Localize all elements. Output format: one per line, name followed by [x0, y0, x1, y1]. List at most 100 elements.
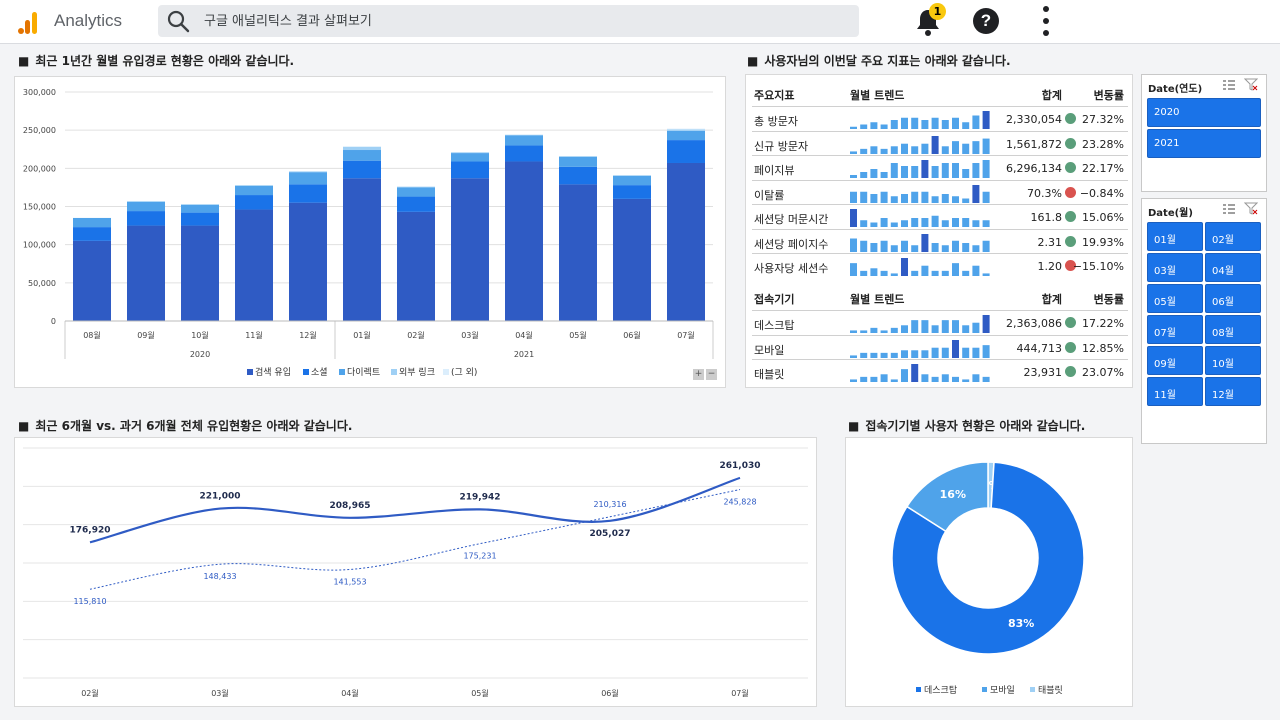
bar-segment [235, 185, 273, 186]
device-row[interactable]: 데스크탑 2,363,086 17.22% [752, 310, 1128, 335]
device-name: 태블릿 [754, 368, 785, 381]
sparkline [850, 135, 990, 154]
analytics-logo-icon[interactable] [18, 10, 40, 34]
bar-segment [559, 184, 597, 321]
kpi-table-header: 주요지표 월별 트렌드 합계 변동률 [752, 81, 1128, 106]
spark-bar [931, 215, 939, 227]
zoom-in-button[interactable]: + [693, 369, 704, 380]
month-option-button[interactable]: 12월 [1205, 377, 1261, 406]
kpi-row[interactable]: 세션당 페이지수 2.31 19.93% [752, 228, 1128, 254]
bar-segment [451, 178, 489, 321]
sparkline [850, 184, 990, 203]
spark-bar [931, 270, 939, 276]
bar-segment [667, 140, 705, 163]
kpi-name: 페이지뷰 [754, 164, 795, 177]
month-option-button[interactable]: 05월 [1147, 284, 1203, 313]
month-option-button[interactable]: 03월 [1147, 253, 1203, 282]
kpi-row[interactable]: 페이지뷰 6,296,134 22.17% [752, 155, 1128, 180]
spark-bar [890, 120, 898, 129]
spark-bar [962, 270, 970, 276]
spark-bar [972, 244, 980, 252]
y-tick-label: 200,000 [23, 164, 56, 173]
legend-item[interactable]: (그 외) [443, 365, 477, 378]
month-slicer: Date(월) 01월 02월 03월 04월 05월 06월 07월 08월 09월 10월 11… [1141, 198, 1267, 444]
bar-segment [343, 178, 381, 321]
spark-bar [860, 148, 868, 154]
search-bar[interactable] [158, 5, 859, 37]
legend-label: 모바일 [990, 685, 1015, 696]
kpi-total: 2.31 [1037, 235, 1063, 249]
notification-button[interactable]: 1 [912, 3, 946, 38]
kpi-row[interactable]: 이탈률 70.3% −0.84% [752, 179, 1128, 205]
spark-bar [890, 195, 898, 203]
bar-segment [343, 150, 381, 161]
search-input[interactable] [204, 10, 804, 32]
month-option-button[interactable]: 08월 [1205, 315, 1261, 344]
x-tick-label: 05월 [569, 330, 587, 340]
spark-bar [890, 379, 898, 382]
bar-segment [181, 204, 219, 205]
month-option-button[interactable]: 06월 [1205, 284, 1261, 313]
month-option-button[interactable]: 07월 [1147, 315, 1203, 344]
kpi-row[interactable]: 신규 방문자 1,561,872 23.28% [752, 130, 1128, 156]
spark-bar [941, 120, 949, 129]
multi-select-icon[interactable] [1222, 79, 1236, 91]
device-row[interactable]: 태블릿 23,931 23.07% [752, 359, 1128, 384]
spark-bar [911, 166, 919, 178]
kpi-name: 사용자당 세션수 [754, 262, 829, 275]
legend-item[interactable]: 외부 링크 [391, 365, 435, 378]
more-menu-icon[interactable] [1041, 4, 1051, 38]
month-option-button[interactable]: 01월 [1147, 222, 1203, 251]
y-tick-label: 0 [51, 317, 56, 326]
device-row[interactable]: 모바일 444,713 12.85% [752, 334, 1128, 360]
spark-bar [962, 242, 970, 252]
spark-bar [982, 376, 990, 382]
spark-bar [901, 166, 908, 178]
spark-bar [921, 265, 929, 276]
zoom-out-button[interactable]: − [706, 369, 717, 380]
spark-bar [941, 270, 949, 276]
spark-bar [921, 349, 929, 358]
bar-segment [613, 175, 651, 176]
spark-bar [962, 218, 970, 227]
status-dot-icon [1065, 317, 1076, 328]
clear-filter-icon[interactable] [1244, 78, 1258, 91]
spark-bar [880, 240, 888, 252]
x-tick-label: 06월 [623, 330, 641, 340]
device-total: 444,713 [1016, 341, 1063, 355]
kpi-row[interactable]: 사용자당 세션수 1.20 −15.10% [752, 253, 1128, 278]
month-option-button[interactable]: 09월 [1147, 346, 1203, 375]
month-option-button[interactable]: 02월 [1205, 222, 1261, 251]
kpi-name: 이탈률 [754, 188, 785, 202]
year-option-button[interactable]: 2020 [1147, 98, 1261, 127]
kpi-row[interactable]: 세션당 머문시간 161.8 15.06% [752, 204, 1128, 229]
device-change: 17.22% [1082, 317, 1124, 330]
sparkline [850, 111, 990, 129]
x-tick-label: 10월 [191, 330, 209, 340]
help-icon[interactable]: ? [973, 8, 999, 34]
legend-item[interactable]: 소셜 [303, 365, 328, 378]
month-option-button[interactable]: 04월 [1205, 253, 1261, 282]
kpi-header-name: 주요지표 [754, 89, 795, 102]
kpi-row[interactable]: 총 방문자 2,330,054 27.32% [752, 106, 1128, 131]
status-dot-icon [1065, 186, 1076, 198]
spark-bar [931, 242, 939, 252]
legend-swatch [303, 369, 309, 375]
kpi-header-trend: 월별 트렌드 [850, 89, 905, 102]
bar-segment [397, 196, 435, 212]
legend-item[interactable]: 다이렉트 [339, 365, 380, 378]
legend-label: 다이렉트 [347, 368, 381, 378]
multi-select-icon[interactable] [1222, 203, 1236, 215]
month-option-button[interactable]: 11월 [1147, 377, 1203, 406]
search-icon[interactable] [166, 9, 190, 33]
year-option-button[interactable]: 2021 [1147, 129, 1261, 158]
app-title[interactable]: Analytics [54, 11, 122, 31]
kpi-header-total: 합계 [1041, 89, 1062, 102]
clear-filter-icon[interactable] [1244, 202, 1258, 215]
legend-item[interactable]: 검색 유입 [247, 365, 291, 378]
month-option-button[interactable]: 10월 [1205, 346, 1261, 375]
x-tick-label: 05월 [471, 688, 489, 698]
spark-bar [911, 320, 919, 333]
spark-bar [921, 320, 929, 333]
spark-bar [941, 163, 949, 178]
